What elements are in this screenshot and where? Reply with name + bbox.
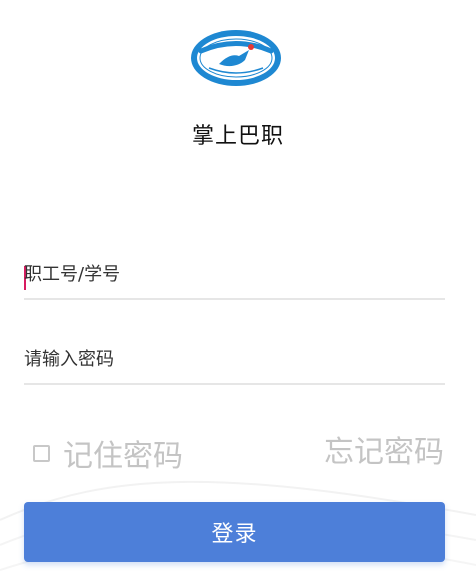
password-input[interactable] <box>24 349 445 370</box>
remember-password-label: 记住密码 <box>63 439 183 474</box>
username-input[interactable] <box>24 264 445 285</box>
password-field[interactable] <box>24 343 445 385</box>
forgot-password-link[interactable]: 忘记密码 <box>324 433 444 473</box>
school-logo-icon <box>191 30 281 86</box>
checkbox-unchecked-icon[interactable] <box>33 444 50 462</box>
remember-password-toggle[interactable]: 记住密码 <box>33 433 183 474</box>
app-title: 掌上巴职 <box>191 124 284 149</box>
login-button[interactable]: 登录 <box>24 502 445 562</box>
username-field[interactable] <box>24 258 445 300</box>
login-page: 掌上巴职 记住密码 忘记密码 登录 <box>0 0 476 587</box>
